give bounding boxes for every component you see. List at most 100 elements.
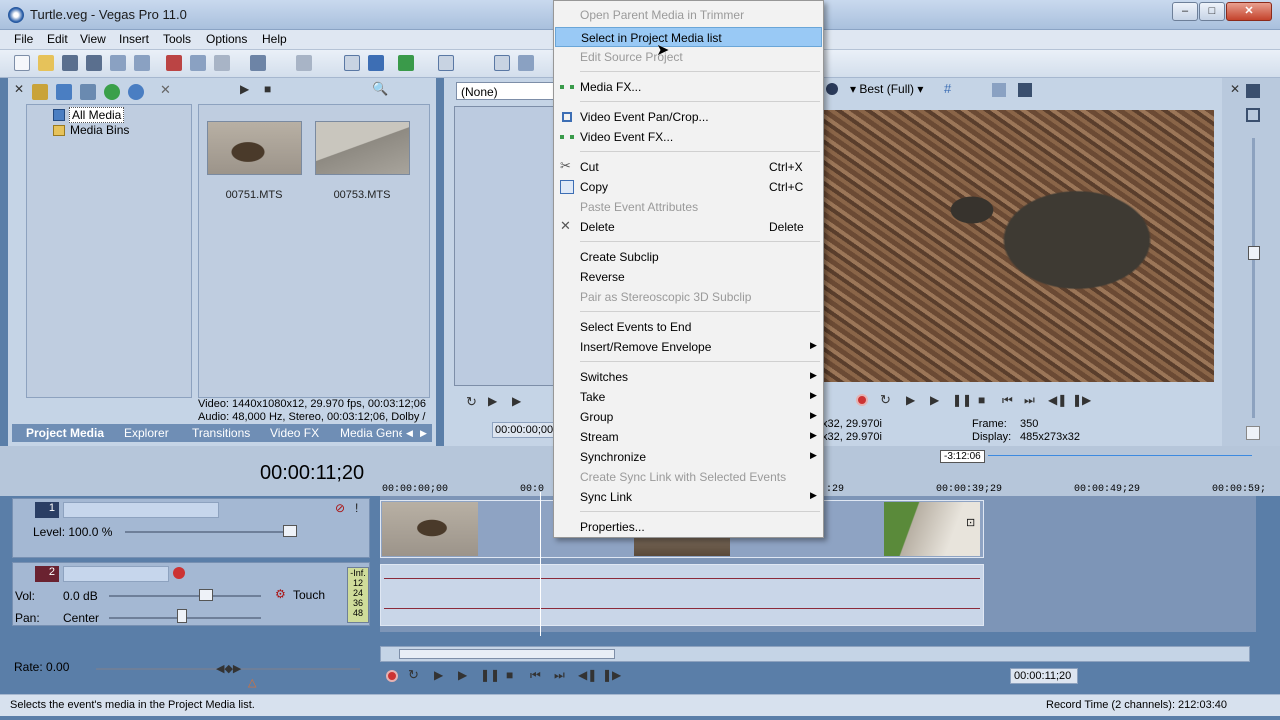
normal-edit-tool-icon[interactable] xyxy=(344,55,360,71)
play-icon[interactable]: ▶ xyxy=(930,393,939,407)
snapping-icon[interactable] xyxy=(494,55,510,71)
menu-item-select-in-project-media[interactable]: Select in Project Media list xyxy=(555,27,822,47)
menu-item-cut[interactable]: ✂ Cut Ctrl+X xyxy=(555,157,822,177)
remove-media-icon[interactable]: ✕ xyxy=(160,82,171,98)
video-track-header[interactable]: 1 Level: 100.0 % ⊘ ! xyxy=(12,498,370,558)
pan-slider-handle[interactable] xyxy=(177,609,187,623)
preview-quality-dropdown[interactable]: ▾ Best (Full) ▾ xyxy=(850,82,923,96)
menu-help[interactable]: Help xyxy=(262,32,287,46)
master-bus-icon[interactable] xyxy=(1246,84,1260,98)
menu-file[interactable]: File xyxy=(14,32,33,46)
stop-icon[interactable]: ■ xyxy=(264,82,271,96)
track-name-field[interactable] xyxy=(63,502,219,518)
pan-crop-icon[interactable]: ⊡ xyxy=(966,516,975,529)
menu-item-create-subclip[interactable]: Create Subclip xyxy=(555,247,822,267)
loop-region-bar[interactable] xyxy=(988,455,1252,456)
playhead-cursor[interactable] xyxy=(540,492,541,636)
save-snapshot-icon[interactable] xyxy=(1018,83,1032,97)
tab-project-media[interactable]: Project Media xyxy=(26,426,104,440)
menu-item-insert-remove-envelope[interactable]: Insert/Remove Envelope ▶ xyxy=(555,337,822,357)
play-from-start-icon[interactable]: ▶ xyxy=(488,394,497,408)
automation-gear-icon[interactable]: ⚙ xyxy=(275,587,286,601)
envelope-tool-icon[interactable] xyxy=(368,55,384,71)
go-to-start-icon[interactable]: ⏮ xyxy=(530,668,541,683)
go-to-start-icon[interactable]: ⏮ xyxy=(1002,393,1013,408)
loop-icon[interactable]: ↻ xyxy=(466,394,477,410)
tabs-scroll-right-icon[interactable]: ▶ xyxy=(420,428,427,439)
previous-frame-icon[interactable]: ◀❚ xyxy=(578,668,597,682)
split-screen-icon[interactable] xyxy=(826,83,838,95)
tree-item-media-bins[interactable]: Media Bins xyxy=(70,123,129,137)
mute-icon[interactable]: ⊘ xyxy=(335,501,345,515)
tab-media-generators[interactable]: Media Gene xyxy=(340,426,402,440)
properties-icon[interactable] xyxy=(134,55,150,71)
loop-region-marker[interactable]: -3:12:06 xyxy=(940,450,985,463)
menu-tools[interactable]: Tools xyxy=(163,32,191,46)
trimmer-timecode[interactable]: 00:00:00;00 xyxy=(492,422,556,438)
bus-icon[interactable] xyxy=(1246,108,1260,122)
trimmer-media-dropdown[interactable]: (None) xyxy=(456,82,556,100)
refresh-icon[interactable] xyxy=(104,84,120,100)
solo-icon[interactable]: ! xyxy=(355,501,358,515)
menu-insert[interactable]: Insert xyxy=(119,32,149,46)
overlays-icon[interactable]: # xyxy=(944,81,951,96)
maximize-button[interactable]: □ xyxy=(1199,2,1225,21)
menu-item-copy[interactable]: Copy Ctrl+C xyxy=(555,177,822,197)
audio-event[interactable] xyxy=(380,564,984,626)
timeline-horizontal-scrollbar[interactable] xyxy=(380,646,1250,662)
lock-icon[interactable] xyxy=(1246,426,1260,440)
menu-options[interactable]: Options xyxy=(206,32,247,46)
go-to-end-icon[interactable]: ⏭ xyxy=(1024,393,1035,408)
track-name-field[interactable] xyxy=(63,566,169,582)
play-from-start-icon[interactable]: ▶ xyxy=(434,668,443,682)
search-icon[interactable]: 🔍 xyxy=(372,81,388,97)
panel-close-icon[interactable]: ✕ xyxy=(1230,82,1240,96)
media-thumbnail[interactable] xyxy=(315,121,410,175)
volume-slider-handle[interactable] xyxy=(199,589,213,601)
new-icon[interactable] xyxy=(14,55,30,71)
pause-icon[interactable]: ❚❚ xyxy=(480,668,500,682)
menu-item-pan-crop[interactable]: Video Event Pan/Crop... xyxy=(555,107,822,127)
tab-transitions[interactable]: Transitions xyxy=(192,426,250,440)
next-frame-icon[interactable]: ❚▶ xyxy=(602,668,621,682)
menu-view[interactable]: View xyxy=(80,32,106,46)
media-thumbnail[interactable] xyxy=(207,121,302,175)
trimmer-play-icon[interactable]: ▶ xyxy=(512,394,521,408)
menu-item-properties[interactable]: Properties... xyxy=(555,517,822,537)
rate-slider-handle[interactable]: ◀◆▶ xyxy=(216,662,241,675)
tab-explorer[interactable]: Explorer xyxy=(124,426,169,440)
panel-close-icon[interactable]: ✕ xyxy=(14,82,24,96)
tree-item-all-media[interactable]: All Media xyxy=(69,107,125,123)
cursor-position-field[interactable]: 00:00:11;20 xyxy=(1010,668,1078,684)
record-icon[interactable] xyxy=(386,670,398,682)
menu-item-take[interactable]: Take ▶ xyxy=(555,387,822,407)
automation-mode[interactable]: Touch xyxy=(293,588,325,602)
play-icon[interactable]: ▶ xyxy=(240,82,249,96)
level-slider-handle[interactable] xyxy=(283,525,297,537)
save-as-icon[interactable] xyxy=(86,55,102,71)
copy-icon[interactable] xyxy=(190,55,206,71)
open-icon[interactable] xyxy=(38,55,54,71)
menu-item-switches[interactable]: Switches ▶ xyxy=(555,367,822,387)
render-icon[interactable] xyxy=(110,55,126,71)
save-icon[interactable] xyxy=(62,55,78,71)
stop-icon[interactable]: ■ xyxy=(506,668,513,682)
cut-icon[interactable] xyxy=(166,55,182,71)
close-button[interactable]: ✕ xyxy=(1226,2,1272,21)
record-icon[interactable] xyxy=(856,394,868,406)
import-media-icon[interactable] xyxy=(32,84,48,100)
media-info-icon[interactable] xyxy=(128,84,144,100)
undo-icon[interactable] xyxy=(250,55,266,71)
master-fader-handle[interactable] xyxy=(1248,246,1260,260)
play-icon[interactable]: ▶ xyxy=(458,668,467,682)
go-to-end-icon[interactable]: ⏭ xyxy=(554,668,565,683)
minimize-button[interactable]: – xyxy=(1172,2,1198,21)
capture-video-icon[interactable] xyxy=(56,84,72,100)
lock-envelopes-icon[interactable] xyxy=(518,55,534,71)
menu-edit[interactable]: Edit xyxy=(47,32,68,46)
menu-item-media-fx[interactable]: Media FX... xyxy=(555,77,822,97)
menu-item-synchronize[interactable]: Synchronize ▶ xyxy=(555,447,822,467)
copy-snapshot-icon[interactable] xyxy=(992,83,1006,97)
menu-item-select-events-to-end[interactable]: Select Events to End xyxy=(555,317,822,337)
rate-reset-icon[interactable]: △ xyxy=(248,676,256,689)
